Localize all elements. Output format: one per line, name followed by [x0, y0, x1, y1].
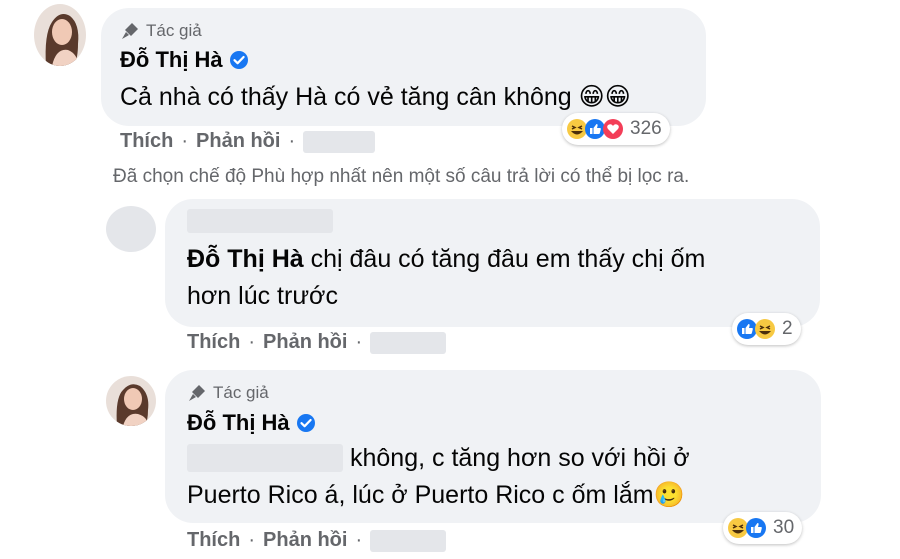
mention-tag[interactable]: Đỗ Thị Hà: [187, 245, 304, 273]
reply-button[interactable]: Phản hồi: [263, 331, 347, 354]
author-badge: Tác giả: [187, 383, 269, 403]
like-reaction-icon: [746, 518, 766, 538]
haha-reaction-icon: [755, 319, 775, 339]
reply-text-line2: hơn lúc trước: [187, 282, 338, 310]
reaction-summary[interactable]: 30: [723, 512, 803, 544]
separator-dot: ·: [181, 130, 189, 152]
separator-dot: ·: [248, 529, 256, 551]
reply-text-line2: Puerto Rico á, lúc ở Puerto Rico c ốm lắ…: [187, 481, 685, 509]
comment-text: Cả nhà có thấy Hà có vẻ tăng cân không 😁…: [120, 83, 631, 111]
avatar[interactable]: [106, 376, 156, 426]
reply-button[interactable]: Phản hồi: [196, 130, 280, 153]
like-button[interactable]: Thích: [187, 331, 240, 354]
author-tag-label: Tác giả: [213, 383, 269, 402]
reply-text-line1: chị đâu có tăng đâu em thấy chị ốm: [303, 245, 706, 273]
profile-photo: [106, 376, 156, 426]
comment-actions: Thích · Phản hồi ·: [187, 331, 447, 354]
reply-text-line1: không, c tăng hơn so với hồi ở: [350, 444, 690, 472]
love-reaction-icon: [603, 119, 623, 139]
like-button[interactable]: Thích: [187, 529, 240, 552]
reply-button[interactable]: Phản hồi: [263, 529, 347, 552]
comment-actions: Thích · Phản hồi ·: [120, 130, 376, 153]
mention-redacted[interactable]: [187, 444, 343, 472]
avatar[interactable]: [34, 4, 86, 66]
avatar[interactable]: [106, 206, 156, 252]
author-badge: Tác giả: [120, 21, 202, 41]
comment-actions: Thích · Phản hồi ·: [187, 529, 447, 552]
verified-badge-icon: [296, 414, 315, 432]
timestamp-redacted[interactable]: [370, 331, 447, 354]
timestamp-redacted[interactable]: [303, 130, 376, 153]
like-button[interactable]: Thích: [120, 130, 173, 153]
reaction-count: 30: [773, 517, 795, 538]
filter-notice: Đã chọn chế độ Phù hợp nhất nên một số c…: [113, 166, 690, 187]
profile-photo: [34, 4, 86, 66]
separator-dot: ·: [355, 529, 363, 551]
reaction-summary[interactable]: 2: [732, 313, 801, 345]
commenter-name[interactable]: Đỗ Thị Hà: [187, 410, 316, 436]
commenter-name-redacted[interactable]: [187, 209, 333, 233]
separator-dot: ·: [355, 331, 363, 353]
reaction-summary[interactable]: 326: [562, 113, 670, 145]
verified-badge-icon: [229, 51, 248, 69]
separator-dot: ·: [248, 331, 256, 353]
author-tag-label: Tác giả: [146, 21, 202, 40]
microphone-icon: [122, 23, 138, 39]
reaction-count: 2: [782, 318, 793, 339]
commenter-name[interactable]: Đỗ Thị Hà: [120, 47, 249, 73]
separator-dot: ·: [288, 130, 296, 152]
microphone-icon: [189, 385, 205, 401]
reaction-count: 326: [630, 118, 662, 139]
reply-text: Đỗ Thị Hà chị đâu có tăng đâu em thấy ch…: [187, 241, 705, 278]
timestamp-redacted[interactable]: [370, 529, 447, 552]
